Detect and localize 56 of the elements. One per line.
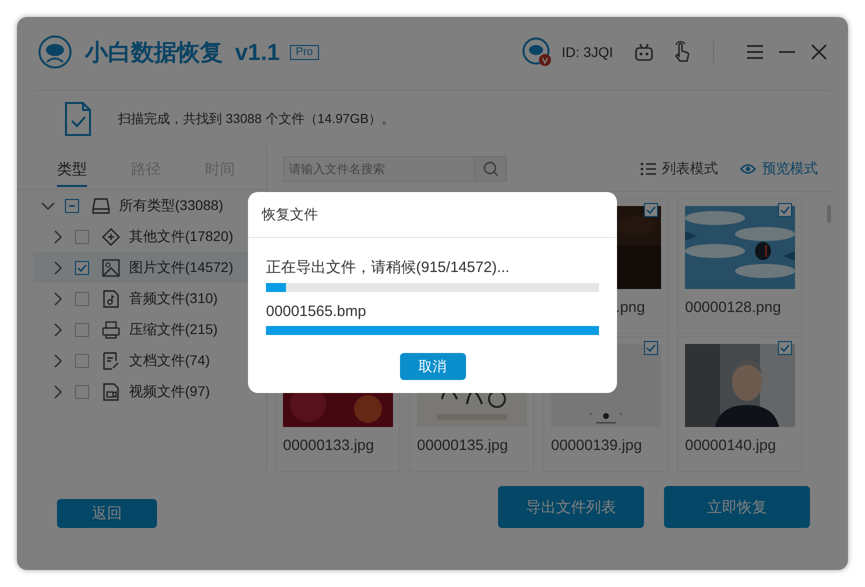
- checkbox[interactable]: [778, 203, 792, 217]
- file-name: .png: [616, 299, 645, 316]
- export-list-button[interactable]: 导出文件列表: [498, 486, 644, 528]
- edition-badge: Pro: [290, 44, 319, 60]
- checkbox[interactable]: [65, 198, 79, 212]
- drive-icon: [91, 196, 111, 216]
- thumbnail-card[interactable]: 00000128.png: [677, 198, 802, 334]
- dialog-title: 恢复文件: [262, 206, 318, 224]
- checkbox[interactable]: [75, 260, 89, 274]
- avatar-icon[interactable]: [522, 37, 552, 67]
- checkbox[interactable]: [778, 341, 792, 355]
- checkbox[interactable]: [75, 322, 89, 336]
- list-icon: [640, 162, 656, 176]
- checkbox[interactable]: [644, 203, 658, 217]
- tree-item[interactable]: 音频文件(310): [129, 290, 218, 308]
- back-button[interactable]: 返回: [57, 499, 157, 528]
- scan-summary: 扫描完成，共找到 33088 个文件（14.97GB）。: [118, 110, 395, 128]
- checkbox[interactable]: [75, 292, 89, 306]
- file-name: 00000140.jpg: [685, 437, 776, 454]
- document-check-icon: [64, 101, 92, 137]
- music-file-icon: [101, 288, 121, 308]
- tree-item[interactable]: 压缩文件(215): [129, 320, 218, 338]
- view-mode-button[interactable]: 列表模式: [640, 160, 718, 178]
- tree-item[interactable]: 所有类型(33088): [119, 196, 224, 214]
- document-icon: [101, 350, 121, 370]
- file-name: 00000133.jpg: [283, 437, 374, 454]
- menu-icon[interactable]: [746, 43, 764, 61]
- filter-tab[interactable]: 类型: [57, 152, 87, 186]
- file-name: 00000128.png: [685, 299, 781, 316]
- thumbnail-card[interactable]: 00000140.jpg: [677, 336, 802, 472]
- logo-icon: [38, 35, 72, 69]
- zip-icon: [101, 320, 121, 340]
- checkbox[interactable]: [75, 354, 89, 368]
- checkbox[interactable]: [644, 341, 658, 355]
- checkbox[interactable]: [75, 384, 89, 398]
- eye-icon: [740, 162, 756, 176]
- tree-item[interactable]: 其他文件(17820): [129, 228, 234, 246]
- tree-item[interactable]: 文档文件(74): [129, 352, 210, 370]
- close-icon[interactable]: [810, 43, 828, 61]
- file-name: 00000135.jpg: [417, 437, 508, 454]
- image-icon: [101, 258, 121, 278]
- diamond-icon: [101, 226, 121, 246]
- current-file: 00001565.bmp: [266, 303, 368, 320]
- progress-message: 正在导出文件，请稍候(915/14572)...: [266, 258, 510, 277]
- version-label: v1.1: [235, 38, 280, 66]
- robot-icon[interactable]: [633, 41, 655, 63]
- cancel-button[interactable]: 取消: [400, 353, 466, 380]
- recover-button[interactable]: 立即恢复: [664, 486, 810, 528]
- checkbox[interactable]: [75, 230, 89, 244]
- search-icon[interactable]: [475, 156, 507, 182]
- file-name: 00000139.jpg: [551, 437, 642, 454]
- tree-item[interactable]: 视频文件(97): [129, 382, 210, 400]
- view-mode-button[interactable]: 预览模式: [740, 160, 818, 178]
- video-file-icon: [101, 382, 121, 402]
- user-id: ID: 3JQI: [562, 44, 613, 60]
- app-title: 小白数据恢复: [85, 38, 223, 66]
